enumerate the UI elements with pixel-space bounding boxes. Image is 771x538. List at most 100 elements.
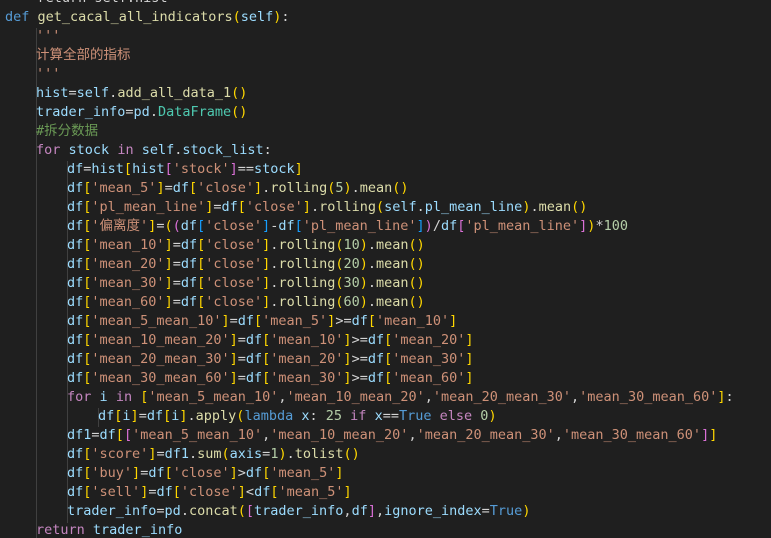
code-token-b3: ]	[262, 218, 271, 234]
code-line[interactable]: for stock in self.stock_list:	[36, 141, 272, 160]
code-token-plain: ,	[571, 389, 580, 405]
code-token-plain: .	[351, 180, 360, 196]
code-token-var: df	[245, 351, 263, 367]
code-token-b1: )	[359, 256, 368, 272]
code-line[interactable]: df[i]=df[i].apply(lambda x: 25 if x==Tru…	[98, 407, 497, 426]
code-token-num: 30	[343, 275, 360, 291]
code-line[interactable]: '''	[36, 27, 60, 46]
code-token-var: trader_info	[67, 503, 157, 519]
code-token-cmt: #拆分数据	[36, 123, 99, 139]
code-line[interactable]: df['pl_mean_line']=df['close'].rolling(s…	[67, 198, 587, 217]
code-token-str: 'score'	[91, 446, 149, 462]
code-token-str: 'mean_20'	[392, 332, 466, 348]
code-token-num: 5	[335, 180, 344, 196]
code-line[interactable]: '''	[36, 65, 60, 84]
code-line[interactable]: df['mean_20_mean_30']=df['mean_20']>=df[…	[67, 350, 474, 369]
code-token-ctl: for	[36, 142, 61, 158]
code-token-op: >=	[335, 313, 352, 329]
code-line[interactable]: df['偏离度']=((df['close']-df['pl_mean_line…	[67, 217, 628, 236]
code-line[interactable]: df['score']=df1.sum(axis=1).tolist()	[67, 445, 360, 464]
code-token-var: df	[67, 370, 84, 386]
code-token-b1: ]	[164, 294, 173, 310]
code-token-self: self	[240, 9, 274, 25]
code-line[interactable]: df['mean_5_mean_10']=df['mean_5']>=df['m…	[67, 312, 457, 331]
code-token-plain: .	[530, 199, 539, 215]
code-line[interactable]: 计算全部的指标	[36, 46, 131, 65]
code-token-str: 'mean_5'	[91, 180, 157, 196]
code-line[interactable]: df=hist[hist['stock']==stock]	[67, 160, 303, 179]
code-token-b1: ]	[164, 275, 173, 291]
code-token-self: self	[141, 142, 175, 158]
code-token-var: df	[67, 484, 84, 500]
code-line[interactable]: df['mean_10']=df['close'].rolling(10).me…	[67, 236, 425, 255]
code-token-str: 'close'	[172, 465, 230, 481]
code-token-str: 'mean_20'	[270, 351, 344, 367]
code-token-var: df1	[67, 427, 92, 443]
code-token-b1: ]	[709, 427, 718, 443]
code-token-b1: ]	[335, 465, 344, 481]
code-token-var: df	[180, 275, 198, 291]
code-token-b1: [	[123, 161, 133, 177]
code-line[interactable]: return self.hist	[5, 0, 168, 8]
code-token-str: 'close'	[197, 180, 255, 196]
code-token-var: df	[245, 370, 263, 386]
code-token-op: ==	[237, 161, 255, 177]
code-token-ctl: else	[439, 408, 473, 424]
code-token-plain: .	[180, 503, 189, 519]
code-line[interactable]: trader_info=pd.DataFrame()	[36, 103, 247, 122]
code-token-b1: ()	[408, 237, 425, 253]
code-line[interactable]: hist=self.add_all_data_1()	[36, 84, 247, 103]
code-token-var: df1	[164, 446, 189, 462]
code-token-b1: )	[278, 446, 287, 462]
code-token-var: df	[67, 237, 84, 253]
code-token-b1: ]	[254, 180, 263, 196]
code-token-num: 100	[603, 218, 628, 234]
code-line[interactable]: for i in ['mean_5_mean_10','mean_10_mean…	[67, 388, 734, 407]
code-token-plain: .	[367, 294, 377, 310]
code-line[interactable]: #拆分数据	[36, 122, 98, 141]
code-token-str: 'close'	[245, 199, 303, 215]
code-token-var: df	[180, 294, 198, 310]
code-line[interactable]: df1=df[['mean_5_mean_10','mean_10_mean_2…	[67, 426, 717, 445]
code-line[interactable]: df['sell']=df['close']<df['mean_5']	[67, 483, 352, 502]
code-line[interactable]: df['mean_20']=df['close'].rolling(20).me…	[67, 255, 425, 274]
code-token-var: df	[67, 161, 84, 177]
code-token-str: 'pl_mean_line'	[465, 218, 580, 234]
code-token-var: pd	[164, 503, 181, 519]
code-token-plain: :	[309, 408, 326, 424]
code-editor[interactable]: return self.histdef get_cacal_all_indica…	[0, 0, 771, 538]
code-token-b1: [	[384, 370, 393, 386]
code-token-b1: ]	[130, 408, 139, 424]
code-token-op: =	[91, 427, 100, 443]
code-line[interactable]: df['buy']=df['close']>df['mean_5']	[67, 464, 344, 483]
code-token-fn: rolling	[278, 256, 336, 272]
code-token-op: >=	[351, 370, 368, 386]
code-token-plain: ,	[408, 427, 417, 443]
code-token-str: 'close'	[205, 237, 263, 253]
code-line[interactable]: df['mean_60']=df['close'].rolling(60).me…	[67, 293, 425, 312]
code-token-str: 'close'	[205, 218, 263, 234]
code-token-op: =	[156, 503, 165, 519]
code-token-fn: add_all_data_1	[117, 85, 232, 101]
code-line[interactable]: df['mean_30_mean_60']=df['mean_30']>=df[…	[67, 369, 474, 388]
code-line[interactable]: return trader_info	[36, 521, 182, 538]
code-token-op: =	[172, 275, 181, 291]
code-line[interactable]: df['mean_10_mean_20']=df['mean_10']>=df[…	[67, 331, 474, 350]
code-token-var: df	[367, 351, 385, 367]
code-token-var: df	[98, 408, 115, 424]
code-token-b1: ]	[449, 313, 458, 329]
code-token-str: 'mean_10'	[270, 332, 344, 348]
code-line[interactable]: trader_info=pd.concat([trader_info,df],i…	[67, 502, 530, 521]
code-line[interactable]: df['mean_30']=df['close'].rolling(30).me…	[67, 274, 425, 293]
code-line[interactable]: df['mean_5']=df['close'].rolling(5).mean…	[67, 179, 409, 198]
code-token-str: 'mean_60'	[392, 370, 466, 386]
code-token-var: df	[367, 332, 385, 348]
code-token-ctl: in	[115, 389, 133, 405]
code-token-b1: [	[384, 351, 393, 367]
code-token-str: 'pl_mean_line'	[302, 218, 417, 234]
code-line[interactable]: def get_cacal_all_indicators(self):	[5, 8, 290, 27]
code-token-plain: :	[725, 389, 734, 405]
code-token-b1: ()	[408, 275, 425, 291]
